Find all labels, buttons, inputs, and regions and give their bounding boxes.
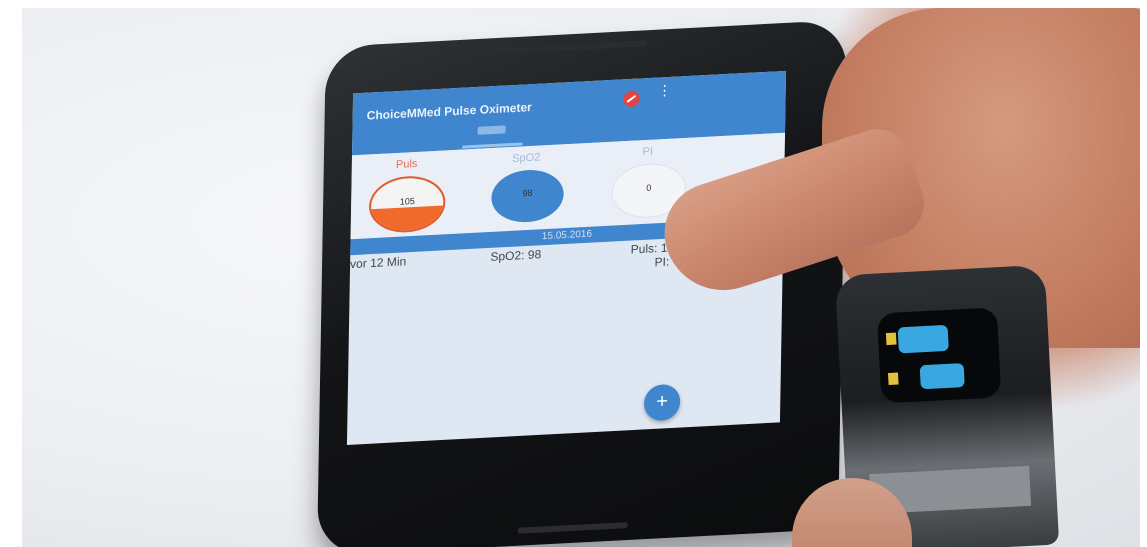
pi-gauge-value: 0 [646,182,652,193]
oximeter-display [876,307,1002,404]
photo-scene: ChoiceMMed Pulse Oximeter ⋮ Puls SpO2 PI… [22,8,1140,547]
stop-icon[interactable] [623,90,640,108]
spo2-gauge-value: 98 [522,187,533,199]
spo2-gauge-label: SpO2 [512,151,541,165]
app-title: ChoiceMMed Pulse Oximeter [366,100,532,123]
pulse-gauge-fill [370,205,444,233]
overflow-menu-icon[interactable]: ⋮ [657,82,671,105]
spo2-gauge: 98 [490,168,565,224]
oximeter-digit-bottom [919,363,965,390]
chart-tab-icon[interactable] [477,125,506,135]
pi-gauge-label: PI [642,145,653,159]
reading-time[interactable]: vor 12 Min [350,254,406,271]
smartphone: ChoiceMMed Pulse Oximeter ⋮ Puls SpO2 PI… [316,19,848,547]
add-icon[interactable]: + [643,383,681,422]
reading-spo2[interactable]: SpO2: 98 [490,247,541,264]
oximeter-indicator-top [885,332,897,346]
pulse-gauge-label: Puls [395,157,418,172]
pulse-gauge: 105 [368,174,446,235]
oximeter-indicator-bottom [887,372,899,386]
oximeter-digit-top [897,324,949,354]
